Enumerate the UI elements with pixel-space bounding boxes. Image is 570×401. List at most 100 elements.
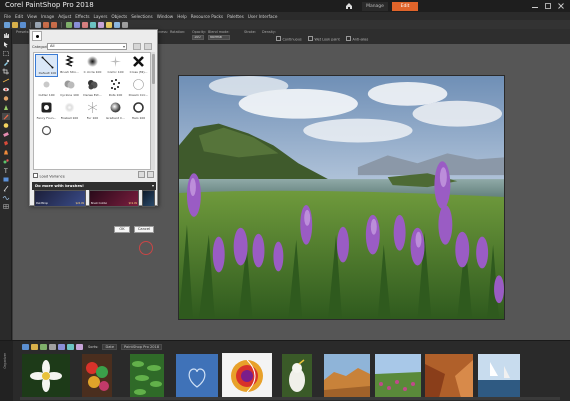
dropper-tool-icon[interactable]	[2, 59, 10, 66]
close-icon[interactable]	[556, 1, 566, 11]
promo-more[interactable]	[142, 190, 155, 207]
brush-fancy-foun[interactable]: Fancy Foun...	[35, 100, 58, 123]
pan-tool-icon[interactable]	[2, 32, 10, 39]
tab-manage[interactable]: Manage	[362, 2, 388, 11]
thumbnail-white-bird[interactable]	[282, 354, 312, 398]
straighten-tool-icon[interactable]	[2, 77, 10, 84]
eraser-tool-icon[interactable]	[2, 131, 10, 138]
brush-fireball[interactable]: Fireball 100	[58, 100, 81, 123]
canvas-photo[interactable]	[178, 75, 505, 320]
promo-paintshop[interactable]: PaintShop $24.99	[34, 190, 86, 207]
export-brush-icon[interactable]	[138, 171, 145, 178]
brush-cross[interactable]: Cross (Mi)...	[127, 54, 150, 77]
list-view-icon[interactable]	[133, 43, 141, 50]
lighten-darken-tool-icon[interactable]	[2, 122, 10, 129]
redo-icon[interactable]	[51, 21, 57, 28]
brush-halo[interactable]: Halo 100	[127, 100, 150, 123]
new-file-icon[interactable]	[4, 21, 10, 28]
cancel-button[interactable]: Cancel	[134, 226, 154, 233]
menu-layers[interactable]: Layers	[94, 14, 108, 19]
menu-palettes[interactable]: Palettes	[227, 14, 244, 19]
folder-dropdown[interactable]: PaintShop Pro 2018	[121, 344, 163, 350]
continuous-checkbox[interactable]: Continuous	[276, 36, 302, 42]
more-brushes-header[interactable]: Do more with brushes! ▾	[32, 182, 156, 190]
brush-gradient-c[interactable]: Gradient C...	[104, 100, 127, 123]
pen-tool-icon[interactable]	[2, 185, 10, 192]
pick-tool-icon[interactable]	[2, 41, 10, 48]
picture-tube-tool-icon[interactable]	[2, 158, 10, 165]
home-icon[interactable]	[345, 2, 353, 10]
layers-icon[interactable]	[90, 21, 96, 28]
flood-fill-tool-icon[interactable]	[2, 140, 10, 147]
shape-tool-icon[interactable]	[2, 176, 10, 183]
brush-dots[interactable]: Dots 100	[104, 77, 127, 100]
brush-c-circle[interactable]: C circle 100	[81, 54, 104, 77]
menu-help[interactable]: Help	[177, 14, 187, 19]
brush-dense-ext[interactable]: Dense Ext...	[81, 77, 104, 100]
open-folder-icon[interactable]	[12, 21, 18, 28]
menu-effects[interactable]: Effects	[75, 14, 89, 19]
one-step-fix-icon[interactable]	[114, 21, 120, 28]
thumbnail-green-leaves[interactable]	[130, 354, 164, 398]
menu-image[interactable]: Image	[41, 14, 54, 19]
brush-cyclone[interactable]: Cyclone 100	[58, 77, 81, 100]
thumbnail-pink-flower-field[interactable]	[375, 354, 421, 398]
menu-file[interactable]: File	[4, 14, 11, 19]
menu-edit[interactable]: Edit	[15, 14, 23, 19]
red-eye-tool-icon[interactable]	[2, 86, 10, 93]
undo-icon[interactable]	[43, 21, 49, 28]
tag-icon[interactable]	[40, 344, 47, 350]
thumbnail-desert-rocks[interactable]	[324, 354, 370, 398]
brush-comic[interactable]: Comic 100	[104, 54, 127, 77]
wet-look-checkbox[interactable]: Wet Look paint	[308, 36, 340, 42]
effects-icon[interactable]	[98, 21, 104, 28]
brush-cutter[interactable]: Cutter 100	[35, 77, 58, 100]
rotate-icon[interactable]	[82, 21, 88, 28]
color-changer-tool-icon[interactable]	[2, 149, 10, 156]
clone-brush-tool-icon[interactable]	[2, 104, 10, 111]
rating-icon[interactable]	[49, 344, 56, 350]
brush-dark-ring[interactable]	[35, 123, 58, 146]
collections-icon[interactable]	[22, 344, 29, 350]
mesh-warp-tool-icon[interactable]	[2, 203, 10, 210]
sort-dropdown[interactable]: Date	[102, 344, 118, 350]
thumbnail-canyon-rocks[interactable]	[425, 354, 473, 398]
current-brush-preview[interactable]	[32, 31, 42, 41]
crop-icon[interactable]	[66, 21, 72, 28]
thumbnail-fruit-bowl[interactable]	[82, 354, 112, 398]
minimize-icon[interactable]	[530, 1, 540, 11]
selection-tool-icon[interactable]	[2, 50, 10, 57]
maximize-icon[interactable]	[543, 1, 553, 11]
makeover-tool-icon[interactable]	[2, 95, 10, 102]
tab-edit[interactable]: Edit	[392, 2, 418, 11]
menu-view[interactable]: View	[27, 14, 37, 19]
menu-user-interface[interactable]: User Interface	[248, 14, 278, 19]
brush-fur[interactable]: Fur 100	[81, 100, 104, 123]
organizer-side-tab[interactable]: Organizer	[0, 341, 13, 401]
opacity-field[interactable]: 100	[192, 35, 204, 40]
load-variance-checkbox[interactable]: Load Variance	[33, 173, 65, 179]
thumbnail-spiral-art[interactable]	[222, 353, 272, 399]
search-icon[interactable]	[67, 344, 74, 350]
blend-mode-dropdown[interactable]: Normal	[208, 35, 230, 40]
folder-icon[interactable]	[31, 344, 38, 350]
organizer-scrollbar[interactable]	[20, 397, 560, 400]
categories-dropdown[interactable]: All	[47, 43, 127, 50]
collapse-chevron-icon[interactable]: ▾	[152, 182, 154, 190]
brush-default[interactable]: Default 100	[35, 54, 58, 77]
ok-button[interactable]: OK	[114, 226, 130, 233]
menu-adjust[interactable]: Adjust	[58, 14, 71, 19]
brush-stroke[interactable]: Brush Stro...	[58, 54, 81, 77]
zoom-icon[interactable]	[122, 21, 128, 28]
brush-dream-circle[interactable]: Dream Circ...	[127, 77, 150, 100]
promo-brush-combo[interactable]: Brush Combo $19.99	[89, 190, 139, 207]
resize-icon[interactable]	[74, 21, 80, 28]
anti-alias-checkbox[interactable]: Anti-alias	[346, 36, 369, 42]
smart-photo-fix-icon[interactable]	[106, 21, 112, 28]
save-icon[interactable]	[20, 21, 26, 28]
brush-options-icon[interactable]	[147, 171, 154, 178]
thumbnail-blue-heart[interactable]	[176, 354, 218, 398]
print-icon[interactable]	[35, 21, 41, 28]
menu-selections[interactable]: Selections	[131, 14, 152, 19]
menu-objects[interactable]: Objects	[111, 14, 127, 19]
